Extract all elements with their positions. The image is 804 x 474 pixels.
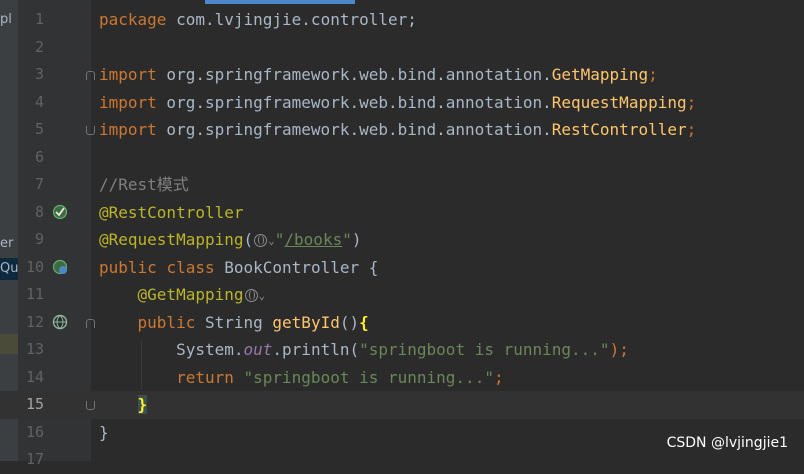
- fold-marker[interactable]: [86, 71, 95, 80]
- line-number: 5: [34, 120, 44, 138]
- line-number: 9: [34, 230, 44, 248]
- panel-highlight-row: [0, 334, 18, 354]
- globe-icon[interactable]: [244, 289, 258, 302]
- line-number: 1: [34, 10, 44, 28]
- code-line-16[interactable]: }: [99, 419, 109, 447]
- line-number: 6: [34, 148, 44, 166]
- code-line-11[interactable]: @GetMapping ⌄: [99, 281, 266, 310]
- chevron-down-icon[interactable]: ⌄: [259, 282, 266, 310]
- code-line-4[interactable]: import org.springframework.web.bind.anno…: [99, 89, 696, 117]
- code-line-9[interactable]: @RequestMapping(⌄"/books"): [99, 226, 361, 254]
- line-number: 11: [25, 285, 44, 303]
- web-endpoint-icon[interactable]: [52, 314, 68, 330]
- line-number: 12: [25, 313, 44, 331]
- code-line-5[interactable]: import org.springframework.web.bind.anno…: [99, 116, 696, 144]
- panel-text-fragment: pl: [0, 12, 12, 27]
- code-line-1[interactable]: package com.lvjingjie.controller;: [99, 6, 417, 34]
- spring-endpoint-icon[interactable]: [52, 259, 68, 275]
- code-line-7[interactable]: //Rest模式: [99, 171, 189, 199]
- line-number: 13: [25, 340, 44, 358]
- line-number: 14: [25, 368, 44, 386]
- code-line-13[interactable]: System.out.println("springboot is runnin…: [99, 336, 629, 364]
- fold-marker[interactable]: [86, 319, 95, 328]
- line-number: 16: [25, 423, 44, 441]
- code-line-3[interactable]: import org.springframework.web.bind.anno…: [99, 61, 658, 89]
- spring-bean-icon[interactable]: [52, 204, 68, 220]
- line-number: 15: [25, 395, 44, 413]
- code-line-14[interactable]: return "springboot is running...";: [99, 364, 504, 392]
- fold-marker[interactable]: [86, 401, 95, 410]
- line-number: 17: [25, 450, 44, 468]
- code-line-10[interactable]: public class BookController {: [99, 254, 378, 282]
- line-number: 7: [34, 175, 44, 193]
- watermark: CSDN @lvjingjie1: [666, 435, 788, 451]
- tab-indicator: [205, 0, 355, 4]
- fold-marker[interactable]: [86, 126, 95, 135]
- line-number: 8: [34, 203, 44, 221]
- line-number: 10: [25, 258, 44, 276]
- code-line-8[interactable]: @RestController: [99, 199, 244, 227]
- chevron-down-icon[interactable]: ⌄: [268, 227, 275, 255]
- globe-icon[interactable]: [254, 234, 268, 247]
- line-number: 3: [34, 65, 44, 83]
- line-number: 2: [34, 38, 44, 56]
- line-number: 4: [34, 93, 44, 111]
- panel-text-fragment: er: [0, 236, 14, 251]
- code-line-12[interactable]: public String getById(){: [99, 309, 369, 337]
- panel-text-fragment: Qu: [0, 261, 18, 276]
- code-line-15[interactable]: }: [99, 391, 148, 419]
